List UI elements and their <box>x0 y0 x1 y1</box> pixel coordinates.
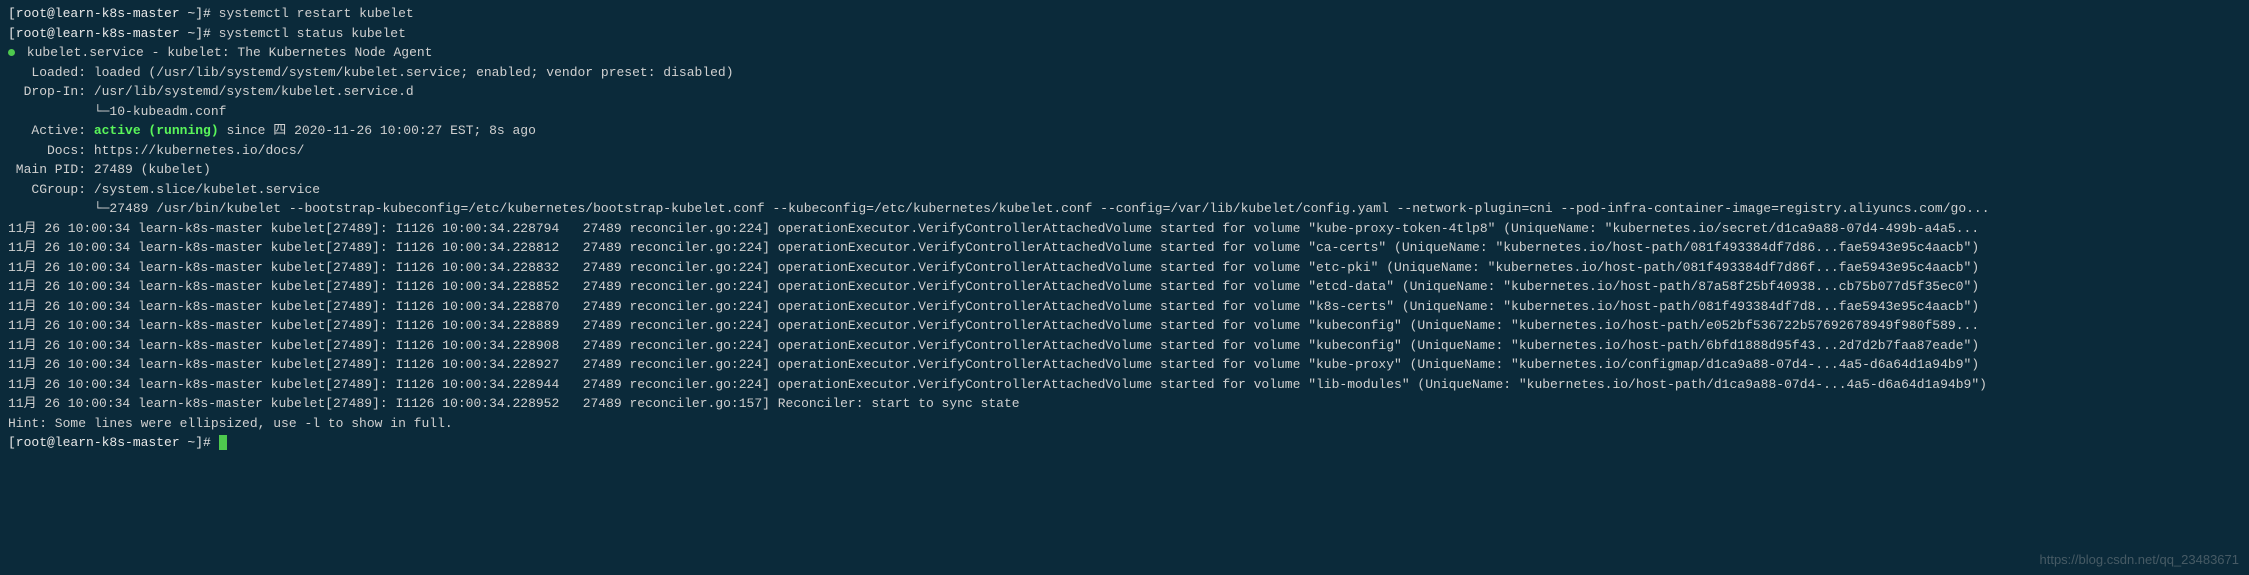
mainpid-line: Main PID: 27489 (kubelet) <box>8 160 2241 180</box>
command-restart: systemctl restart kubelet <box>219 6 414 21</box>
log-line: 11月 26 10:00:34 learn-k8s-master kubelet… <box>8 336 2241 356</box>
prompt-line-3[interactable]: [root@learn-k8s-master ~]# <box>8 433 2241 453</box>
dropin-line-1: Drop-In: /usr/lib/systemd/system/kubelet… <box>8 82 2241 102</box>
log-line: 11月 26 10:00:34 learn-k8s-master kubelet… <box>8 394 2241 414</box>
service-title: kubelet.service - kubelet: The Kubernete… <box>19 45 432 60</box>
log-line: 11月 26 10:00:34 learn-k8s-master kubelet… <box>8 297 2241 317</box>
log-line: 11月 26 10:00:34 learn-k8s-master kubelet… <box>8 355 2241 375</box>
command-status: systemctl status kubelet <box>219 26 406 41</box>
log-line: 11月 26 10:00:34 learn-k8s-master kubelet… <box>8 258 2241 278</box>
log-line: 11月 26 10:00:34 learn-k8s-master kubelet… <box>8 316 2241 336</box>
log-line: 11月 26 10:00:34 learn-k8s-master kubelet… <box>8 375 2241 395</box>
active-line: Active: active (running) since 四 2020-11… <box>8 121 2241 141</box>
docs-line: Docs: https://kubernetes.io/docs/ <box>8 141 2241 161</box>
status-dot-icon <box>8 49 15 56</box>
shell-prompt: [root@learn-k8s-master ~]# <box>8 435 219 450</box>
cgroup-line-1: CGroup: /system.slice/kubelet.service <box>8 180 2241 200</box>
loaded-line: Loaded: loaded (/usr/lib/systemd/system/… <box>8 63 2241 83</box>
cgroup-line-2: └─27489 /usr/bin/kubelet --bootstrap-kub… <box>8 199 2241 219</box>
hint-line: Hint: Some lines were ellipsized, use -l… <box>8 414 2241 434</box>
service-header: kubelet.service - kubelet: The Kubernete… <box>8 43 2241 63</box>
prompt-line-1: [root@learn-k8s-master ~]# systemctl res… <box>8 4 2241 24</box>
log-line: 11月 26 10:00:34 learn-k8s-master kubelet… <box>8 238 2241 258</box>
shell-prompt: [root@learn-k8s-master ~]# <box>8 6 219 21</box>
active-label: Active: <box>8 123 94 138</box>
prompt-line-2: [root@learn-k8s-master ~]# systemctl sta… <box>8 24 2241 44</box>
active-since: since 四 2020-11-26 10:00:27 EST; 8s ago <box>219 123 536 138</box>
watermark-text: https://blog.csdn.net/qq_23483671 <box>2040 550 2240 570</box>
log-line: 11月 26 10:00:34 learn-k8s-master kubelet… <box>8 277 2241 297</box>
log-output: 11月 26 10:00:34 learn-k8s-master kubelet… <box>8 219 2241 414</box>
cursor-icon <box>219 435 227 450</box>
log-line: 11月 26 10:00:34 learn-k8s-master kubelet… <box>8 219 2241 239</box>
dropin-line-2: └─10-kubeadm.conf <box>8 102 2241 122</box>
active-status: active (running) <box>94 123 219 138</box>
shell-prompt: [root@learn-k8s-master ~]# <box>8 26 219 41</box>
